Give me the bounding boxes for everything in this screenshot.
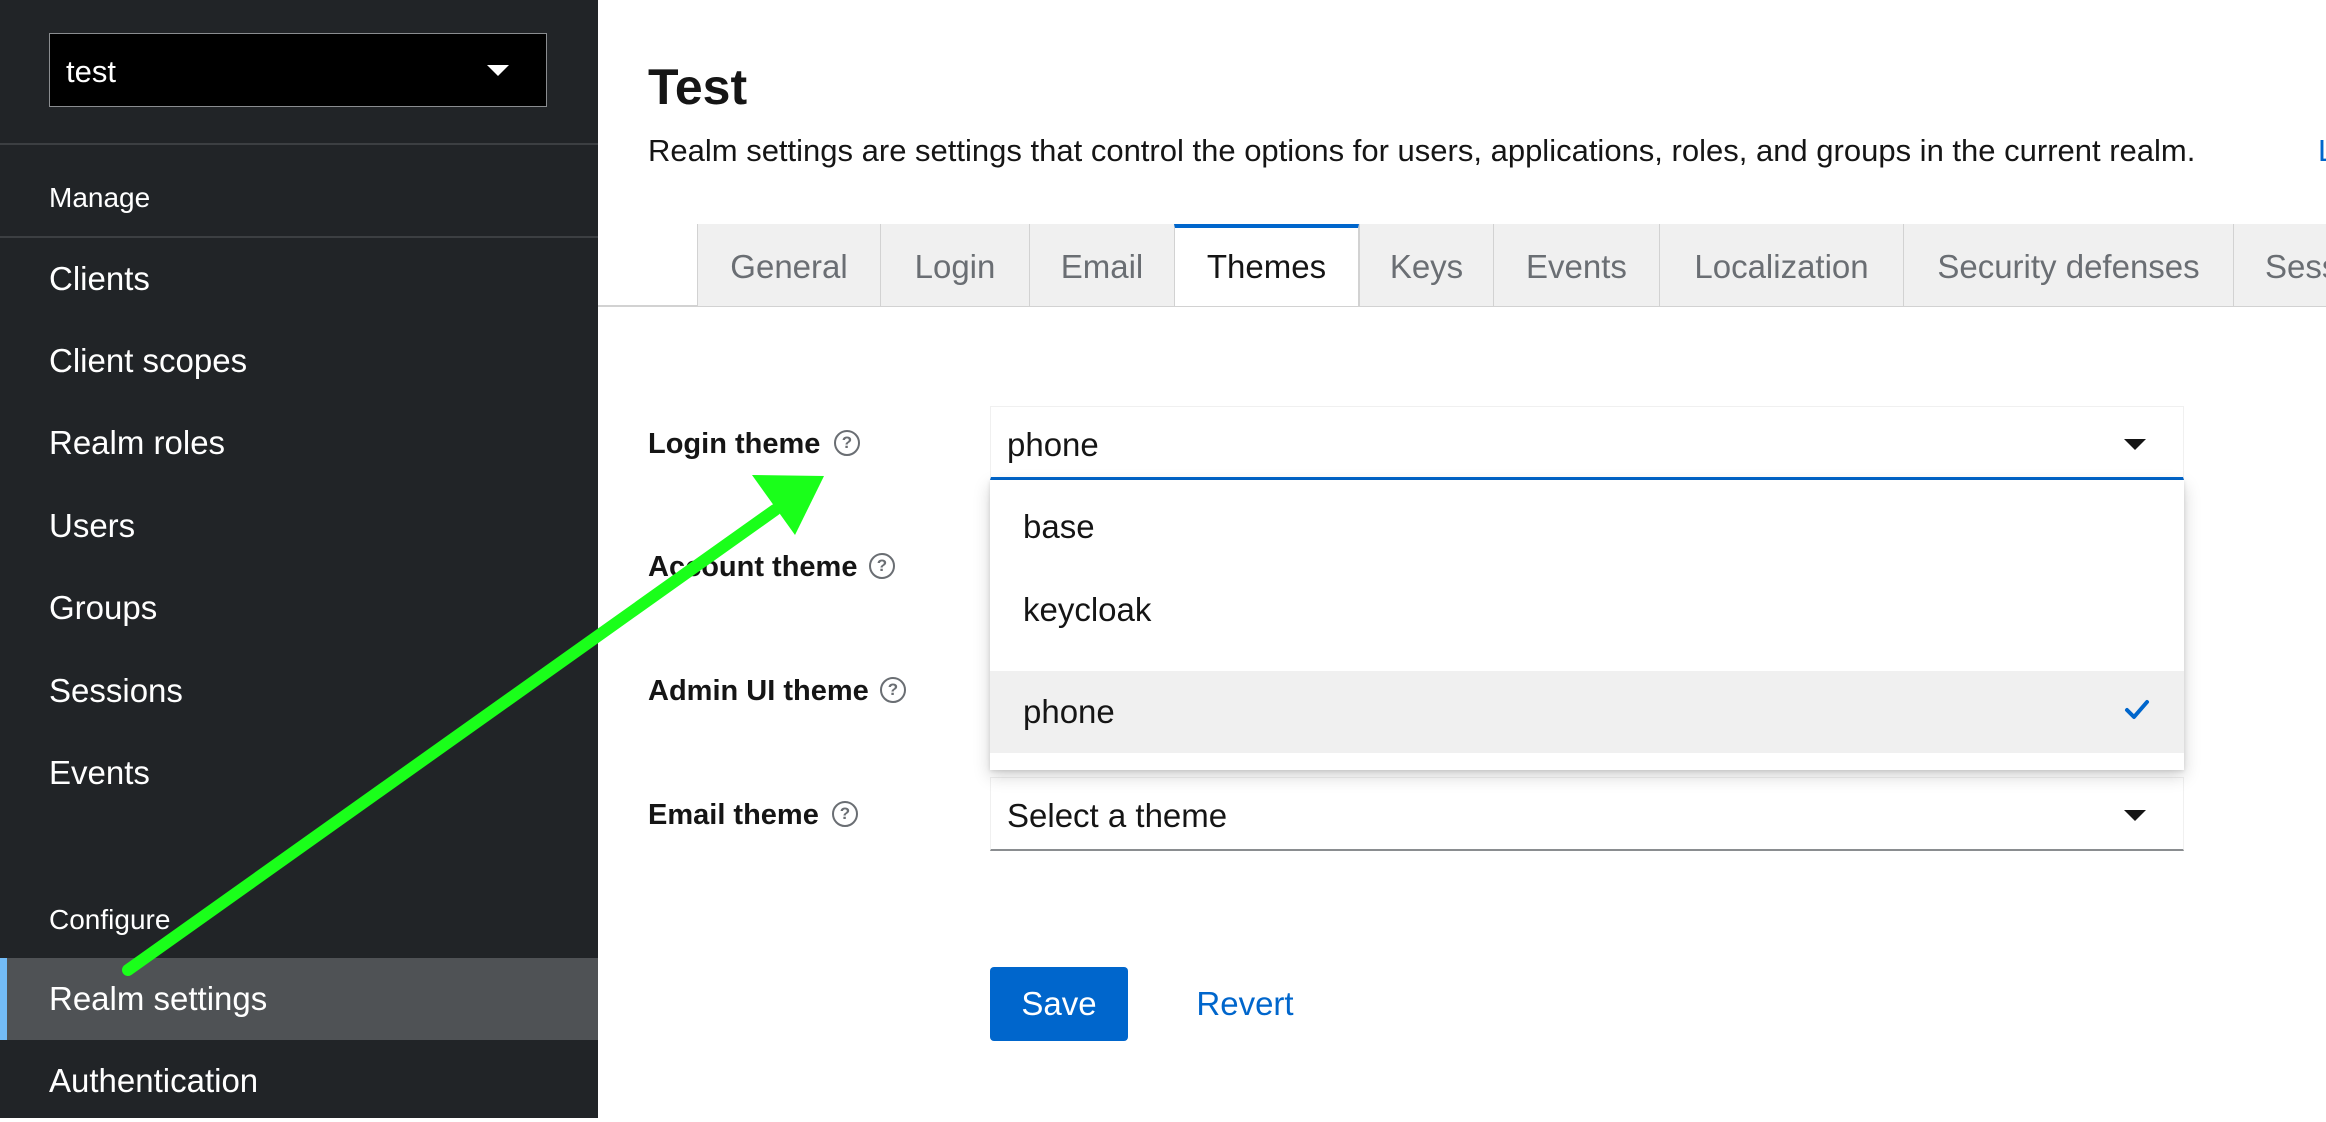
tab-label: Events [1526, 248, 1627, 285]
realm-selector-value: test [66, 54, 116, 89]
sidebar-item-label: Client scopes [49, 342, 248, 379]
sidebar-item-client-scopes[interactable]: Client scopes [0, 320, 598, 402]
question-circle-icon[interactable]: ? [834, 430, 860, 456]
sidebar-divider [0, 143, 598, 145]
email-theme-select[interactable]: Select a theme [990, 777, 2184, 851]
sidebar-item-groups[interactable]: Groups [0, 567, 598, 649]
tab-label: Localization [1694, 248, 1869, 285]
sidebar-item-label: Realm roles [49, 424, 226, 461]
dropdown-option-label: keycloak [1023, 591, 1152, 628]
login-theme-value: phone [1007, 426, 1099, 463]
question-circle-icon[interactable]: ? [832, 801, 858, 827]
dropdown-option-phone[interactable]: phone [990, 671, 2184, 753]
sidebar-item-label: Groups [49, 589, 158, 626]
section-title-manage: Manage [49, 182, 151, 213]
sidebar: test Manage Clients Client scopes Realm … [0, 0, 598, 1118]
tab-label: Security defenses [1937, 248, 2200, 285]
tab-label: Sess [2265, 248, 2326, 285]
sidebar-item-sessions[interactable]: Sessions [0, 650, 598, 732]
sidebar-item-label: Users [49, 507, 136, 544]
sidebar-item-users[interactable]: Users [0, 485, 598, 567]
revert-button[interactable]: Revert [1175, 967, 1315, 1041]
tab-themes[interactable]: Themes [1174, 224, 1359, 306]
question-circle-icon[interactable]: ? [869, 553, 895, 579]
tab-keys[interactable]: Keys [1359, 224, 1493, 306]
sidebar-item-label: Clients [49, 260, 150, 297]
learn-more-link[interactable]: L [2318, 133, 2326, 169]
sidebar-item-label: Realm settings [49, 980, 268, 1017]
dropdown-option-keycloak[interactable]: keycloak [990, 569, 2184, 651]
page-description: Realm settings are settings that control… [648, 133, 2196, 168]
login-theme-select[interactable]: phone [990, 406, 2184, 480]
tab-login[interactable]: Login [880, 224, 1029, 306]
dropdown-option-label: phone [1023, 693, 1115, 730]
caret-down-icon [2124, 439, 2146, 450]
sidebar-item-label: Sessions [49, 672, 183, 709]
sidebar-item-label: Authentication [49, 1062, 259, 1099]
tab-sessions[interactable]: Sess [2233, 224, 2326, 306]
caret-down-icon [2124, 810, 2146, 821]
tab-label: Email [1060, 248, 1144, 285]
tab-label: General [730, 248, 848, 285]
login-theme-dropdown-menu: base keycloak phone [990, 480, 2184, 770]
save-button[interactable]: Save [990, 967, 1128, 1041]
sidebar-item-events[interactable]: Events [0, 732, 598, 814]
tab-general[interactable]: General [697, 224, 880, 306]
sidebar-item-realm-roles[interactable]: Realm roles [0, 402, 598, 484]
section-title-configure: Configure [49, 904, 171, 935]
tab-label: Themes [1206, 248, 1327, 285]
check-icon [2125, 700, 2149, 719]
sidebar-item-clients[interactable]: Clients [0, 238, 598, 320]
realm-selector[interactable]: test [49, 33, 547, 107]
dropdown-option-label: base [1023, 508, 1095, 545]
tab-email[interactable]: Email [1029, 224, 1174, 306]
sidebar-item-realm-settings[interactable]: Realm settings [0, 958, 598, 1040]
page-title: Test [648, 59, 748, 115]
question-circle-icon[interactable]: ? [880, 677, 906, 703]
tab-events[interactable]: Events [1493, 224, 1659, 306]
tab-security-defenses[interactable]: Security defenses [1903, 224, 2233, 306]
email-theme-label: Email theme [648, 799, 819, 831]
dropdown-option-base[interactable]: base [990, 486, 2184, 568]
email-theme-placeholder: Select a theme [1007, 797, 1228, 834]
admin-ui-theme-label: Admin UI theme [648, 675, 869, 707]
account-theme-label: Account theme [648, 551, 858, 583]
caret-down-icon [487, 65, 509, 76]
tab-label: Login [914, 248, 996, 285]
sidebar-item-label: Events [49, 754, 150, 791]
tab-label: Keys [1389, 248, 1464, 285]
sidebar-item-authentication[interactable]: Authentication [0, 1040, 598, 1122]
tab-localization[interactable]: Localization [1659, 224, 1903, 306]
login-theme-label: Login theme [648, 428, 821, 460]
